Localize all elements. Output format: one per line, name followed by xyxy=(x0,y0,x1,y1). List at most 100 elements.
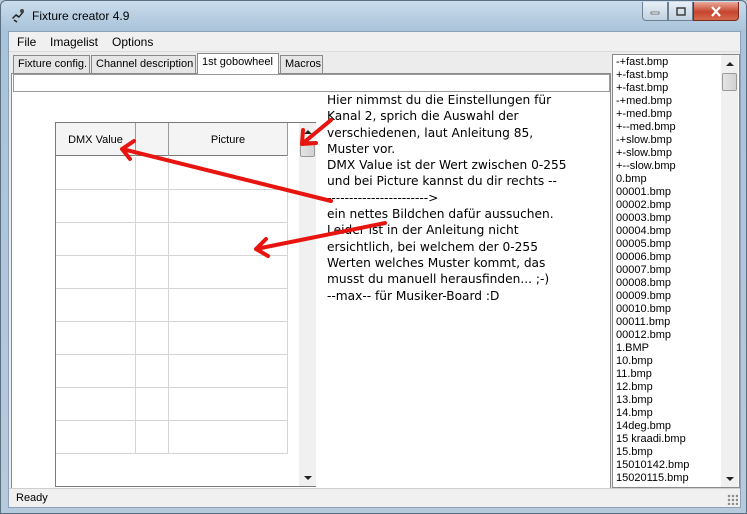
close-icon xyxy=(711,5,721,17)
list-item[interactable]: -+slow.bmp xyxy=(616,134,721,147)
cell-picture[interactable] xyxy=(169,157,288,190)
cell-dmx-value[interactable] xyxy=(56,190,136,223)
list-item[interactable]: 13.bmp xyxy=(616,394,721,407)
cell-picture[interactable] xyxy=(169,190,288,223)
cell-dmx-value[interactable] xyxy=(56,355,136,388)
cell-blank[interactable] xyxy=(136,355,169,388)
cell-dmx-value[interactable] xyxy=(56,256,136,289)
tab-channel-description[interactable]: Channel description xyxy=(91,55,196,73)
list-item[interactable]: 0.bmp xyxy=(616,173,721,186)
cell-blank[interactable] xyxy=(136,421,169,454)
list-item[interactable]: +--med.bmp xyxy=(616,121,721,134)
list-item[interactable]: 00002.bmp xyxy=(616,199,721,212)
cell-picture[interactable] xyxy=(169,223,288,256)
minimize-button[interactable] xyxy=(642,2,668,21)
image-list-scrollbar[interactable] xyxy=(721,55,738,487)
header-blank[interactable] xyxy=(136,123,169,156)
grid-header: DMX Value Picture xyxy=(56,123,288,156)
title-bar[interactable]: Fixture creator 4.9 xyxy=(1,1,746,31)
header-dmx-value[interactable]: DMX Value xyxy=(56,123,136,156)
list-item[interactable]: 1.BMP xyxy=(616,342,721,355)
list-item[interactable]: 00010.bmp xyxy=(616,303,721,316)
list-item[interactable]: +-fast.bmp xyxy=(616,82,721,95)
scroll-up-button[interactable] xyxy=(299,123,316,140)
list-item[interactable]: 00001.bmp xyxy=(616,186,721,199)
image-list[interactable]: -+fast.bmp +-fast.bmp +-fast.bmp -+med.bmp +… xyxy=(612,54,740,488)
list-item[interactable]: +-med.bmp xyxy=(616,108,721,121)
table-row[interactable] xyxy=(56,421,288,454)
table-row[interactable] xyxy=(56,157,288,190)
list-item[interactable]: 00005.bmp xyxy=(616,238,721,251)
menu-file[interactable]: File xyxy=(17,35,36,49)
scroll-down-button[interactable] xyxy=(299,469,316,486)
cell-picture[interactable] xyxy=(169,289,288,322)
cell-blank[interactable] xyxy=(136,157,169,190)
cell-dmx-value[interactable] xyxy=(56,157,136,190)
table-row[interactable] xyxy=(56,388,288,421)
channel-name-field[interactable] xyxy=(13,74,610,92)
list-scroll-up-button[interactable] xyxy=(721,55,738,72)
list-item[interactable]: 00004.bmp xyxy=(616,225,721,238)
list-item[interactable]: 15010142.bmp xyxy=(616,459,721,472)
list-item[interactable]: +-fast.bmp xyxy=(616,69,721,82)
table-row[interactable] xyxy=(56,256,288,289)
list-item[interactable]: 14deg.bmp xyxy=(616,420,721,433)
close-button[interactable] xyxy=(693,2,739,21)
list-item[interactable]: 00012.bmp xyxy=(616,329,721,342)
list-item[interactable]: -+med.bmp xyxy=(616,95,721,108)
table-row[interactable] xyxy=(56,322,288,355)
menu-imagelist[interactable]: Imagelist xyxy=(50,35,98,49)
tab-fixture-config[interactable]: Fixture config. xyxy=(13,55,90,73)
list-item[interactable]: +-slow.bmp xyxy=(616,147,721,160)
list-item[interactable]: +--slow.bmp xyxy=(616,160,721,173)
list-item[interactable]: 00011.bmp xyxy=(616,316,721,329)
scroll-thumb[interactable] xyxy=(300,141,315,157)
grid-scrollbar[interactable] xyxy=(299,123,316,486)
cell-blank[interactable] xyxy=(136,223,169,256)
cell-dmx-value[interactable] xyxy=(56,289,136,322)
cell-picture[interactable] xyxy=(169,256,288,289)
table-row[interactable] xyxy=(56,223,288,256)
cell-picture[interactable] xyxy=(169,322,288,355)
list-item[interactable]: 00009.bmp xyxy=(616,290,721,303)
header-picture[interactable]: Picture xyxy=(169,123,288,156)
table-row[interactable] xyxy=(56,289,288,322)
list-item[interactable]: 15.bmp xyxy=(616,446,721,459)
cell-picture[interactable] xyxy=(169,355,288,388)
gobo-grid[interactable]: DMX Value Picture xyxy=(55,122,316,487)
list-item[interactable]: 10.bmp xyxy=(616,355,721,368)
list-item[interactable]: 14.bmp xyxy=(616,407,721,420)
cell-dmx-value[interactable] xyxy=(56,421,136,454)
cell-blank[interactable] xyxy=(136,289,169,322)
cell-picture[interactable] xyxy=(169,421,288,454)
cell-blank[interactable] xyxy=(136,388,169,421)
resize-grip-icon[interactable] xyxy=(727,494,738,505)
note-line: musst du manuell herausfinden... ;-) xyxy=(327,272,550,287)
list-item[interactable]: 11.bmp xyxy=(616,368,721,381)
cell-dmx-value[interactable] xyxy=(56,322,136,355)
table-row[interactable] xyxy=(56,355,288,388)
tab-macros[interactable]: Macros xyxy=(280,55,323,73)
list-item[interactable]: 12.bmp xyxy=(616,381,721,394)
list-item[interactable]: 00006.bmp xyxy=(616,251,721,264)
menu-options[interactable]: Options xyxy=(112,35,153,49)
table-row[interactable] xyxy=(56,190,288,223)
cell-blank[interactable] xyxy=(136,256,169,289)
cell-picture[interactable] xyxy=(169,388,288,421)
list-scroll-down-button[interactable] xyxy=(721,470,738,487)
list-item[interactable]: 00003.bmp xyxy=(616,212,721,225)
cell-dmx-value[interactable] xyxy=(56,223,136,256)
list-item[interactable]: -+fast.bmp xyxy=(616,56,721,69)
list-item[interactable]: 15 kraadi.bmp xyxy=(616,433,721,446)
note-line: --max-- für Musiker-Board :D xyxy=(327,288,500,303)
maximize-button[interactable] xyxy=(668,2,693,21)
cell-blank[interactable] xyxy=(136,190,169,223)
list-item[interactable]: 15020115.bmp xyxy=(616,472,721,485)
annotation-note: Hier nimmst du die Einstellungen für Kan… xyxy=(327,92,597,304)
list-scroll-thumb[interactable] xyxy=(722,73,737,91)
cell-blank[interactable] xyxy=(136,322,169,355)
tab-1st-gobowheel[interactable]: 1st gobowheel xyxy=(197,53,279,74)
list-item[interactable]: 00007.bmp xyxy=(616,264,721,277)
list-item[interactable]: 00008.bmp xyxy=(616,277,721,290)
cell-dmx-value[interactable] xyxy=(56,388,136,421)
